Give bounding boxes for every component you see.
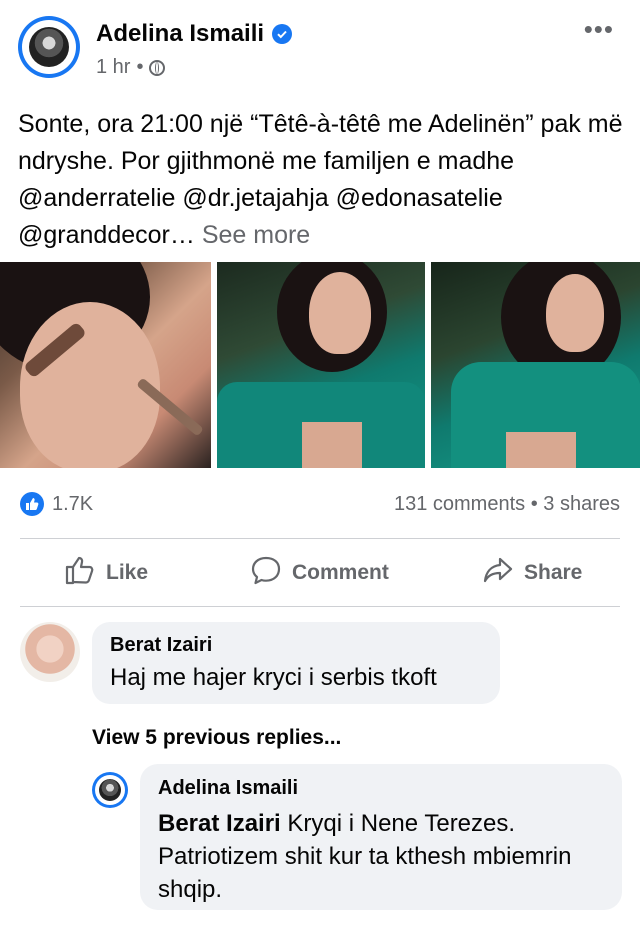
- reply-author-name[interactable]: Adelina Ismaili: [158, 777, 298, 800]
- commenter-name[interactable]: Berat Izairi: [110, 634, 212, 657]
- post-photo-1[interactable]: [0, 262, 211, 468]
- post-photo-3[interactable]: [431, 262, 640, 468]
- comments-count[interactable]: 131 comments: [394, 493, 525, 515]
- more-options-icon[interactable]: •••: [584, 14, 614, 45]
- share-arrow-icon: [482, 555, 514, 591]
- reply-text: Berat Izairi Kryqi i Nene Terezes. Patri…: [158, 807, 608, 906]
- globe-icon: [149, 59, 166, 76]
- commenter-avatar[interactable]: [20, 622, 80, 682]
- likes-count[interactable]: 1.7K: [52, 492, 93, 516]
- comment-label: Comment: [292, 561, 389, 584]
- post-time[interactable]: 1 hr: [96, 56, 130, 79]
- comment-text: Haj me hajer kryci i serbis tkoft: [110, 664, 437, 691]
- share-label: Share: [524, 561, 583, 584]
- comment-button[interactable]: Comment: [250, 556, 389, 590]
- author-name[interactable]: Adelina Ismaili: [96, 20, 264, 48]
- share-button[interactable]: Share: [482, 556, 582, 590]
- post-meta: 1 hr •: [96, 56, 166, 79]
- view-previous-replies-link[interactable]: View 5 previous replies...: [92, 726, 341, 750]
- reply-author-avatar[interactable]: [92, 772, 128, 808]
- author-avatar[interactable]: [18, 16, 80, 78]
- speech-bubble-icon: [250, 555, 282, 591]
- verified-badge-icon: [272, 24, 293, 44]
- shares-count[interactable]: 3 shares: [543, 493, 620, 515]
- divider-bottom: [20, 606, 620, 607]
- see-more-link[interactable]: See more: [202, 221, 310, 249]
- like-reaction-icon[interactable]: [20, 492, 44, 516]
- post-stats: 131 comments • 3 shares: [394, 492, 620, 516]
- post-body: Sonte, ora 21:00 një “Têtê-à-têtê me Ade…: [18, 110, 623, 249]
- post-author[interactable]: Adelina Ismaili: [96, 20, 293, 48]
- post-photo-2[interactable]: [217, 262, 425, 468]
- meta-separator: •: [136, 56, 144, 78]
- stats-separator: •: [530, 493, 538, 515]
- divider-top: [20, 538, 620, 539]
- reply-mention[interactable]: Berat Izairi: [158, 810, 281, 837]
- post-text: Sonte, ora 21:00 një “Têtê-à-têtê me Ade…: [18, 106, 628, 254]
- like-label: Like: [106, 561, 149, 584]
- thumbs-up-icon: [64, 555, 96, 591]
- like-button[interactable]: Like: [64, 556, 148, 590]
